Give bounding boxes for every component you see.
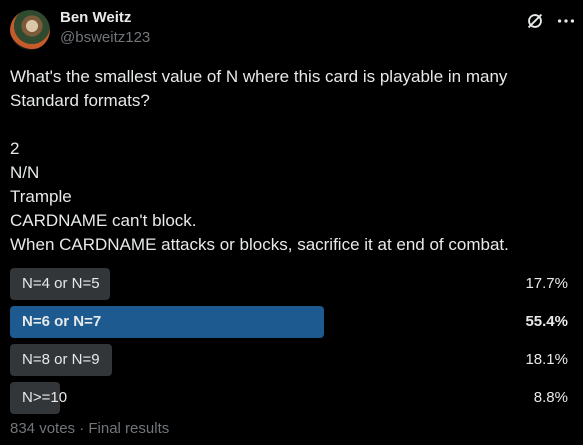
poll-option-label: N=6 or N=7 xyxy=(22,313,102,330)
poll-footer: 834 votes · Final results xyxy=(10,420,170,437)
poll-option[interactable]: N=8 or N=9 18.1% xyxy=(10,344,578,376)
poll-option-percent: 17.7% xyxy=(525,275,568,292)
poll-option-label: N=4 or N=5 xyxy=(22,275,100,292)
grok-icon[interactable] xyxy=(524,10,546,32)
more-icon[interactable] xyxy=(555,10,577,32)
poll-option-percent: 18.1% xyxy=(525,351,568,368)
poll-option[interactable]: N=6 or N=7 55.4% xyxy=(10,306,578,338)
poll-option-percent: 8.8% xyxy=(533,389,568,406)
poll-option[interactable]: N>=10 8.8% xyxy=(10,382,578,414)
author-name[interactable]: Ben Weitz xyxy=(60,9,131,26)
poll-option[interactable]: N=4 or N=5 17.7% xyxy=(10,268,578,300)
avatar[interactable] xyxy=(10,10,50,50)
poll-option-percent: 55.4% xyxy=(525,313,568,330)
poll-option-label: N=8 or N=9 xyxy=(22,351,100,368)
author-handle[interactable]: @bsweitz123 xyxy=(60,29,150,46)
poll: N=4 or N=5 17.7% N=6 or N=7 55.4% N=8 or… xyxy=(10,268,578,420)
poll-option-label: N>=10 xyxy=(22,389,68,406)
tweet-text: What's the smallest value of N where thi… xyxy=(10,67,509,254)
